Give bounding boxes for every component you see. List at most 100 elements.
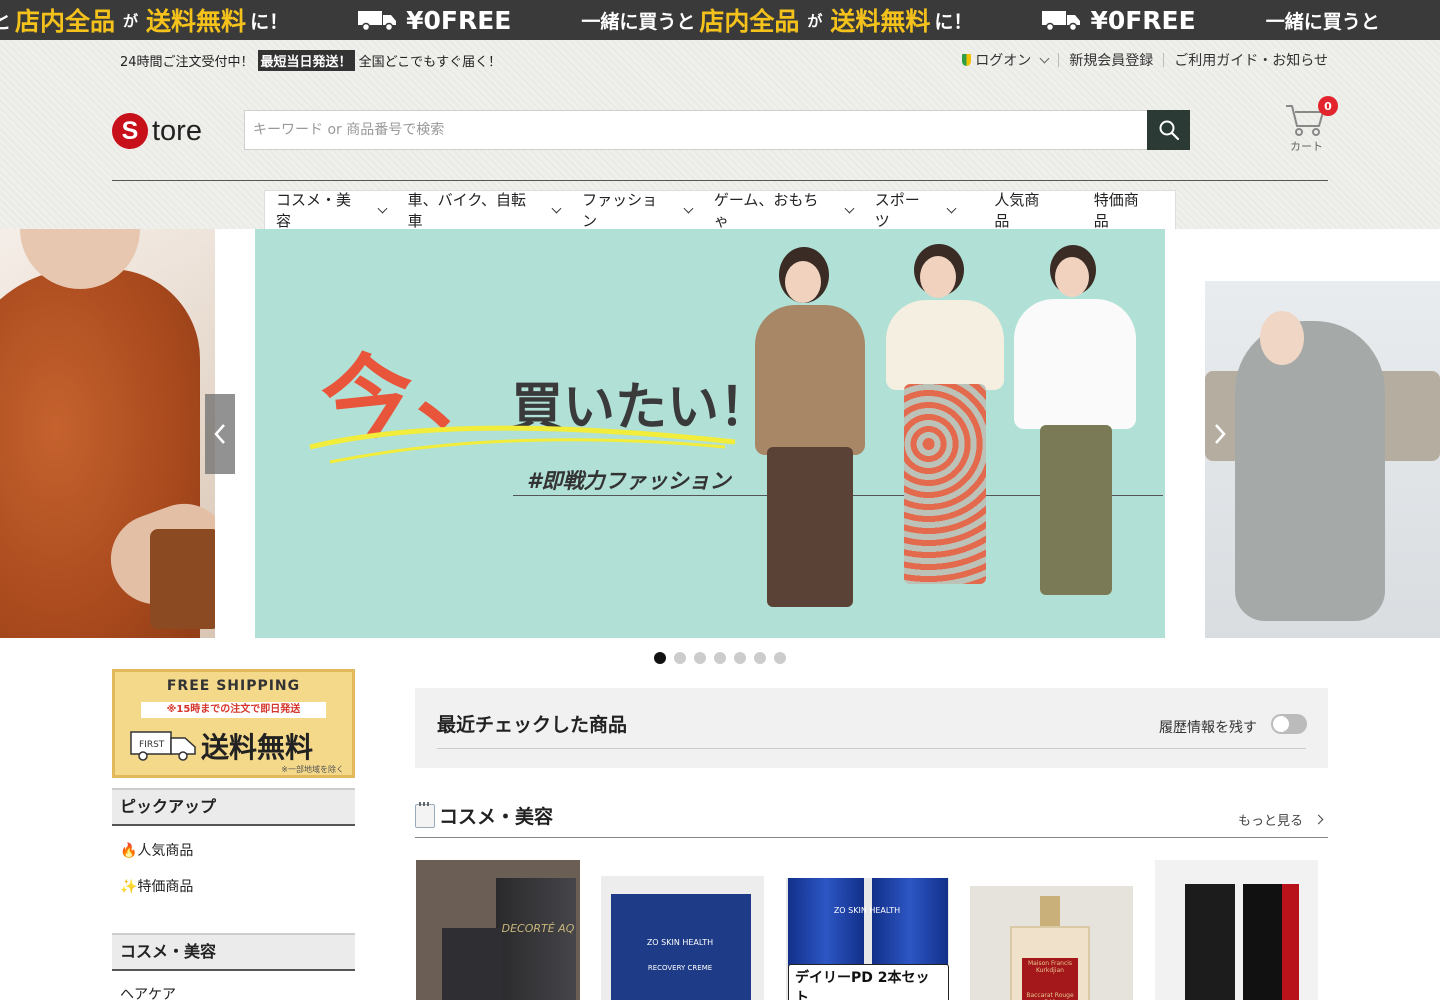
category-section-header: コスメ・美容 もっと見る: [415, 800, 1328, 838]
category-nav: コスメ・美容 車、バイク、自転車 ファッション ゲーム、おもちゃ スポーツ 人気…: [264, 189, 1176, 231]
cart-button[interactable]: 0 カート: [1284, 96, 1344, 156]
next-slide-preview[interactable]: [1205, 281, 1440, 638]
marquee-segment: と 店内全品 が 送料無料 に！: [0, 2, 288, 38]
recent-title: 最近チェックした商品: [437, 714, 628, 736]
nav-item-cosme[interactable]: コスメ・美容: [276, 189, 388, 231]
product-subtitle: Baccarat Rouge 540: [1026, 992, 1074, 1000]
chevron-down-icon: [844, 203, 855, 213]
carousel-dot[interactable]: [654, 652, 666, 664]
marquee-highlight: 店内全品: [15, 7, 116, 36]
marquee-text: に！: [934, 10, 973, 33]
register-link[interactable]: 新規会員登録: [1069, 50, 1153, 70]
bottle-cap: [1040, 896, 1060, 926]
search-input[interactable]: [244, 110, 1147, 150]
marquee-text: 一緒に買うと: [1265, 10, 1380, 33]
model-pants: [1040, 425, 1112, 595]
search-button[interactable]: [1147, 110, 1190, 150]
swoosh-decoration: [309, 425, 736, 464]
beginner-leaf-icon: [962, 54, 972, 66]
site-header: 24時間ご注文受付中！ 最短当日発送！ 全国どこでもすぐ届く！ ログオン 新規会…: [0, 40, 1440, 231]
product-box: [611, 894, 751, 1000]
main-banner[interactable]: 今、 買いたい！ #即戦力ファッション: [255, 229, 1165, 638]
carousel-dot[interactable]: [714, 652, 726, 664]
carousel-dot[interactable]: [774, 652, 786, 664]
nav-item-fashion[interactable]: ファッション: [582, 189, 694, 231]
cosme-link-haircare[interactable]: ヘアケア: [112, 977, 355, 1000]
pickup-list: 🔥人気商品 ✨特価商品: [112, 833, 355, 905]
nav-item-sale[interactable]: 特価商品: [1094, 189, 1153, 231]
model-jacket: [755, 305, 865, 455]
promo-marquee: と 店内全品 が 送料無料 に！ ¥0FREE 一緒に買うと 店内全品 が 送料…: [0, 0, 1440, 40]
marquee-free-shipping: ¥0FREE: [358, 6, 511, 35]
nav-item-vehicles[interactable]: 車、バイク、自転車: [407, 189, 562, 231]
prev-slide-preview[interactable]: [0, 229, 215, 638]
guide-link[interactable]: ご利用ガイド・お知らせ: [1174, 50, 1328, 70]
nav-label: ファッション: [582, 191, 658, 230]
product-card[interactable]: ZO SKIN HEALTH デイリーPD 2本セット: [786, 878, 949, 1000]
model-figure: [880, 244, 1010, 624]
free-shipping-banner[interactable]: FREE SHIPPING ※15時までの注文で即日発送 FIRST 送料無料 …: [112, 669, 355, 778]
chevron-down-icon: [551, 203, 562, 213]
pickup-heading: ピックアップ: [112, 788, 355, 826]
search-bar: [244, 110, 1190, 150]
cosme-list: ヘアケア: [112, 977, 355, 1000]
marquee-segment: 一緒に買うと 店内全品 が 送料無料 に！: [581, 2, 972, 38]
chevron-down-icon: [946, 203, 956, 213]
login-link[interactable]: ログオン: [962, 50, 1050, 70]
product-brand: ZO SKIN HEALTH: [833, 906, 901, 915]
product-box: [496, 878, 576, 1000]
cart-count-badge: 0: [1318, 96, 1338, 116]
chevron-right-icon: [1215, 424, 1226, 444]
nav-label: 特価商品: [1093, 191, 1139, 230]
product-card[interactable]: DECORTÉ AQ: [416, 860, 580, 1000]
carousel-prev-button[interactable]: [205, 394, 235, 474]
product-card[interactable]: Maison Francis Kurkdjian Baccarat Rouge …: [970, 886, 1133, 1000]
product-box: [1243, 884, 1299, 1000]
truck-icon: [358, 11, 397, 31]
see-more-link[interactable]: もっと見る: [1237, 810, 1324, 829]
nav-label: 車、バイク、自転車: [407, 191, 527, 230]
notice-lead: 24時間ご注文受付中！: [120, 54, 254, 70]
marquee-free-shipping: ¥0FREE: [1042, 6, 1196, 35]
marquee-text: に！: [250, 10, 289, 33]
svg-text:FIRST: FIRST: [139, 740, 165, 750]
ship-banner-cutoff: ※15時までの注文で即日発送: [141, 702, 326, 718]
pickup-link-sale[interactable]: ✨特価商品: [112, 869, 355, 905]
model-face: [1260, 311, 1304, 365]
carousel-dot[interactable]: [734, 652, 746, 664]
divider: [1058, 53, 1060, 67]
chevron-left-icon: [214, 424, 225, 444]
model-blouse: [886, 300, 1004, 390]
ship-banner-note: ※一部地域を除く: [281, 765, 344, 774]
nav-label: ゲーム、おもちゃ: [713, 191, 819, 230]
nav-item-sports[interactable]: スポーツ: [874, 189, 956, 231]
marquee-segment: 一緒に買うと: [1266, 7, 1380, 34]
store-logo[interactable]: S tore: [112, 113, 202, 149]
pickup-link-popular[interactable]: 🔥人気商品: [112, 833, 355, 869]
carousel-dot[interactable]: [674, 652, 686, 664]
marquee-track: と 店内全品 が 送料無料 に！ ¥0FREE 一緒に買うと 店内全品 が 送料…: [0, 0, 1440, 40]
nav-label: コスメ・美容: [276, 191, 352, 230]
product-card[interactable]: ZO SKIN HEALTH RECOVERY CREME: [601, 876, 764, 1000]
nav-label: スポーツ: [874, 191, 920, 230]
carousel-dot[interactable]: [754, 652, 766, 664]
marquee-highlight: 送料無料: [830, 7, 931, 36]
carousel-next-button[interactable]: [1205, 394, 1235, 474]
see-more-label: もっと見る: [1237, 814, 1303, 829]
cosme-heading: コスメ・美容: [112, 933, 355, 971]
nav-item-popular[interactable]: 人気商品: [994, 189, 1053, 231]
model-figure: [745, 247, 875, 627]
nav-item-games[interactable]: ゲーム、おもちゃ: [713, 189, 855, 231]
marquee-highlight: 店内全品: [699, 7, 800, 36]
divider: [1163, 53, 1165, 67]
marquee-free-text: ¥0FREE: [406, 5, 512, 35]
chair-image: [150, 529, 215, 629]
chevron-down-icon: [377, 203, 388, 213]
memo-icon: [415, 801, 435, 828]
carousel-dot[interactable]: [694, 652, 706, 664]
category-title-text: コスメ・美容: [439, 806, 554, 828]
category-title: コスメ・美容: [415, 801, 554, 829]
product-card[interactable]: [1155, 860, 1318, 1000]
history-toggle[interactable]: [1271, 714, 1307, 734]
shipping-notice: 24時間ご注文受付中！ 最短当日発送！ 全国どこでもすぐ届く！: [120, 49, 501, 71]
